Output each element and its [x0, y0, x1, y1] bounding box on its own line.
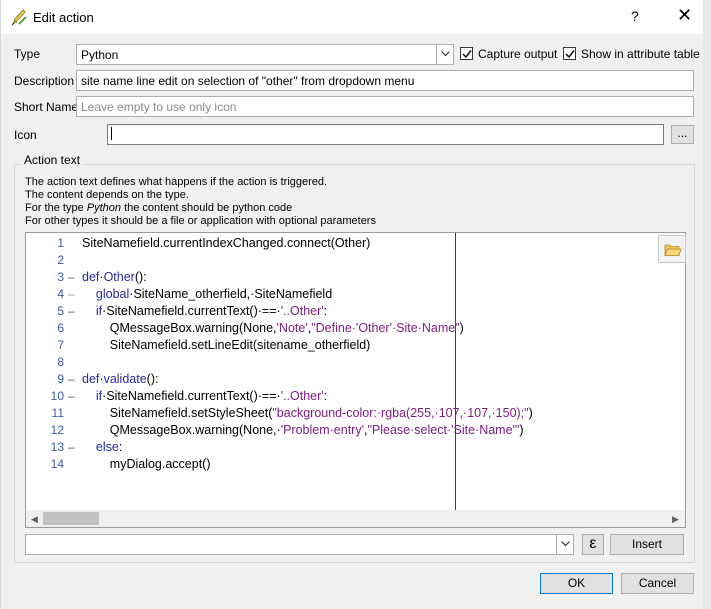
- cancel-button[interactable]: Cancel: [621, 573, 694, 594]
- desc-text: the content should be python code: [121, 202, 293, 214]
- type-label: Type: [14, 47, 41, 61]
- close-button[interactable]: ✕: [677, 5, 692, 26]
- line-number: 6: [57, 321, 64, 335]
- type-combo-dropdown[interactable]: [436, 45, 453, 64]
- code-line: if·SiteNamefield.currentText()·==·'..Oth…: [95, 389, 328, 403]
- code-line: SiteNamefield.currentIndexChanged.connec…: [82, 236, 371, 250]
- action-pencil-icon: [11, 9, 27, 26]
- line-number-gutter: 1 2 3 4 5 6 7 8 9 10 11 12 13 14 – – – –…: [26, 233, 80, 510]
- desc-line: The content depends on the type.: [25, 189, 189, 201]
- chevron-down-icon: [561, 541, 570, 547]
- code-area[interactable]: SiteNamefield.currentIndexChanged.connec…: [80, 233, 686, 510]
- code-line: SiteNamefield.setStyleSheet("background-…: [82, 406, 533, 420]
- code-line: else:: [95, 440, 123, 454]
- chevron-down-icon: [441, 51, 450, 57]
- desc-line: The action text defines what happens if …: [25, 176, 328, 188]
- line-number: 9: [57, 372, 64, 386]
- scroll-left-icon[interactable]: ◀: [31, 514, 38, 525]
- edit-action-dialog: Edit action ? ✕ Type Python Capture outp…: [0, 0, 704, 609]
- fold-marker: –: [68, 287, 75, 301]
- line-number: 13: [50, 440, 64, 454]
- fold-marker[interactable]: –: [68, 371, 76, 388]
- horizontal-scrollbar[interactable]: ◀ ▶: [26, 510, 685, 527]
- description-input[interactable]: site name line edit on selection of "oth…: [76, 70, 694, 91]
- line-number: 5: [57, 304, 64, 318]
- show-attribute-table-label: Show in attribute table: [581, 47, 700, 61]
- capture-output-label: Capture output: [478, 47, 558, 61]
- insert-button[interactable]: Insert: [610, 534, 684, 555]
- type-value: Python: [81, 48, 119, 62]
- line-number: 4: [57, 287, 64, 301]
- code-line: SiteNamefield.setLineEdit(sitename_other…: [82, 338, 371, 352]
- line-number: 1: [57, 236, 64, 250]
- fold-marker[interactable]: –: [68, 388, 76, 405]
- desc-emphasis: Python: [86, 202, 122, 214]
- line-number: 12: [50, 423, 64, 437]
- type-combo[interactable]: Python: [76, 44, 454, 65]
- show-attribute-table-checkbox[interactable]: [563, 47, 576, 60]
- capture-output-checkbox[interactable]: [460, 47, 473, 60]
- title-bar: Edit action ? ✕: [1, 0, 704, 34]
- action-text-description: The action text defines what happens if …: [25, 176, 376, 228]
- line-number: 10: [50, 389, 64, 403]
- window-title: Edit action: [33, 10, 94, 25]
- icon-path-input[interactable]: [107, 124, 664, 145]
- line-number: 11: [51, 406, 64, 420]
- line-number: 3: [57, 270, 64, 284]
- line-number: 7: [57, 338, 64, 352]
- scroll-right-icon[interactable]: ▶: [672, 514, 679, 525]
- line-number: 2: [57, 253, 64, 267]
- browse-icon-button[interactable]: ...: [671, 125, 694, 144]
- desc-text: For the type: [25, 202, 87, 214]
- desc-line: For the type Python the content should b…: [25, 202, 376, 215]
- insert-combo[interactable]: [25, 534, 574, 555]
- desc-line: For other types it should be a file or a…: [25, 215, 376, 227]
- short-name-label: Short Name: [14, 100, 79, 114]
- icon-label: Icon: [14, 128, 37, 142]
- ok-button[interactable]: OK: [540, 573, 613, 594]
- line-number: 8: [57, 355, 64, 369]
- checkmark-icon: [462, 50, 472, 59]
- code-line: if·SiteNamefield.currentText()·==·'..Oth…: [95, 304, 328, 318]
- action-text-title: Action text: [21, 153, 84, 167]
- expression-button[interactable]: ε: [582, 534, 604, 555]
- code-line: global·SiteName_otherfield,·SiteNamefiel…: [95, 287, 333, 301]
- description-label: Description: [14, 74, 75, 88]
- scrollbar-thumb[interactable]: [43, 512, 99, 525]
- insert-combo-dropdown[interactable]: [556, 535, 573, 554]
- load-from-file-button[interactable]: [658, 235, 686, 263]
- fold-marker[interactable]: –: [68, 303, 76, 320]
- code-line: def·validate():: [82, 372, 159, 386]
- text-cursor: [111, 127, 112, 140]
- code-line: myDialog.accept(): [82, 457, 211, 471]
- edge-margin-line: [455, 233, 456, 510]
- checkmark-icon: [565, 50, 575, 59]
- code-line: QMessageBox.warning(None,·'Problem·entry…: [82, 423, 524, 437]
- help-button[interactable]: ?: [631, 8, 639, 24]
- code-editor[interactable]: 1 2 3 4 5 6 7 8 9 10 11 12 13 14 – – – –…: [25, 232, 686, 528]
- background-window-edge: [703, 0, 711, 609]
- line-number: 14: [50, 457, 64, 471]
- short-name-input[interactable]: Leave empty to use only icon: [76, 96, 694, 117]
- folder-icon: [664, 244, 682, 256]
- code-line: QMessageBox.warning(None,'Note',"Define·…: [82, 321, 464, 335]
- code-line: def·Other():: [82, 270, 147, 284]
- fold-marker[interactable]: –: [68, 269, 76, 286]
- fold-marker[interactable]: –: [68, 439, 76, 456]
